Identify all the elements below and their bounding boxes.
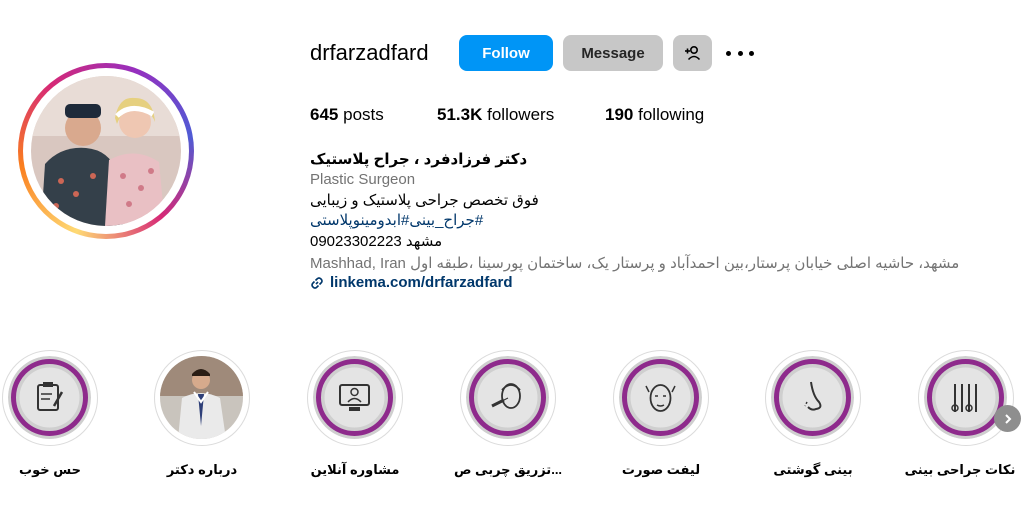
message-button[interactable]: Message <box>563 35 663 71</box>
highlight-label: حس خوب <box>19 462 81 477</box>
highlight-item[interactable]: بینی گوشتی <box>763 350 863 477</box>
nose-icon <box>771 356 854 439</box>
highlight-label: درباره دکتر <box>166 462 238 477</box>
highlight-label: لیفت صورت <box>621 462 701 477</box>
profile-avatar <box>31 76 181 226</box>
profile-website-link[interactable]: linkema.com/drfarzadfard <box>310 273 513 293</box>
profile-address: Mashhad, Iran مشهد، حاشیه اصلی خیابان پر… <box>310 255 960 272</box>
highlight-label: بینی گوشتی <box>773 462 853 477</box>
bio-line: فوق تخصص جراحی پلاستیک و زیبایی <box>310 192 539 209</box>
highlight-item[interactable]: تزریق چربی ص... <box>454 350 562 477</box>
clipboard-edit-icon <box>8 356 91 439</box>
highlights-next-button[interactable] <box>994 405 1021 432</box>
suggested-users-button[interactable] <box>673 35 712 71</box>
profile-full-name: دکتر فرزادفرد ، جراح پلاستیک <box>310 151 528 168</box>
face-lift-icon <box>619 356 702 439</box>
highlight-item[interactable]: مشاوره آنلاین <box>305 350 405 477</box>
add-person-icon <box>684 45 700 61</box>
follow-button[interactable]: Follow <box>459 35 553 71</box>
highlight-label: نکات جراحی بینی <box>904 462 1016 477</box>
following-link[interactable]: 190 following <box>605 104 704 126</box>
chevron-right-icon <box>1004 413 1011 424</box>
face-injection-icon <box>466 356 549 439</box>
profile-category: Plastic Surgeon <box>310 171 416 188</box>
bio-phone-line: مشهد 09023302223 <box>310 233 443 250</box>
online-consult-icon <box>313 356 396 439</box>
highlight-label: مشاوره آنلاین <box>310 462 400 477</box>
posts-count: 645 posts <box>310 105 384 124</box>
highlight-label: تزریق چربی ص... <box>453 462 563 477</box>
surgical-tools-icon <box>924 356 1007 439</box>
highlight-item[interactable]: درباره دکتر <box>152 350 252 477</box>
more-options-icon[interactable] <box>726 44 754 62</box>
profile-username: drfarzadfard <box>310 40 429 65</box>
highlight-item[interactable]: لیفت صورت <box>611 350 711 477</box>
link-icon <box>311 277 323 289</box>
highlight-item[interactable]: حس خوب <box>0 350 100 477</box>
bio-hashtags[interactable]: #جراح_بینی#ابدومینوپلاستی <box>310 211 1000 231</box>
doctor-photo <box>160 356 243 439</box>
highlight-item[interactable]: نکات جراحی بینی <box>905 350 1016 477</box>
profile-avatar-ring[interactable] <box>18 63 194 239</box>
followers-link[interactable]: 51.3K followers <box>437 104 554 126</box>
